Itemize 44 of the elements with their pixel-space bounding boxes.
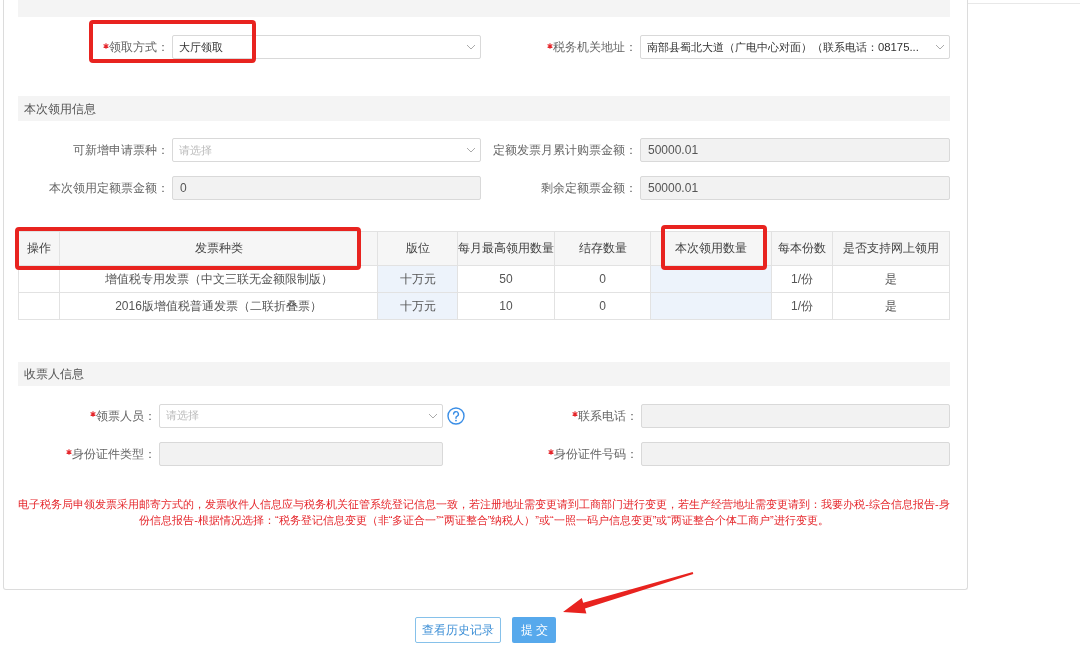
column-header: 结存数量 xyxy=(554,231,651,266)
chevron-down-icon xyxy=(466,44,476,50)
notice-text: 电子税务局申领发票采用邮寄方式的，发票收件人信息应与税务机关征管系统登记信息一致，若注册地址需变更请到工商部门进行变更，若生产经营地址需变更请到：我要办税-综合信息报告-身份信息报告-根据情况选择：“税务登记信息变更（非“多证合一”“两证整合”纳税人）”或“一照一码户信息变更”或“两证整合个体工商户”进行变更。 xyxy=(18,496,950,528)
chevron-down-icon xyxy=(935,44,945,50)
input-field[interactable]: 50000.01 xyxy=(640,138,950,162)
dropdown[interactable]: 南部县蜀北大道（广电中心对面）（联系电话：08175... xyxy=(640,35,950,59)
field-label: 联系电话： xyxy=(578,407,638,425)
field-label: 可新增申请票种： xyxy=(73,142,169,159)
input-field[interactable] xyxy=(159,441,443,466)
column-header: 每月最高领用数量 xyxy=(457,231,555,266)
chevron-down-icon xyxy=(428,412,438,419)
field-label: 身份证件类型： xyxy=(72,445,156,463)
table-cell: 0 xyxy=(554,292,651,319)
column-header: 本次领用数量 xyxy=(650,231,772,266)
table-cell: 是 xyxy=(832,265,950,293)
field-label: 身份证件号码： xyxy=(554,445,638,463)
section-title: 本次领用信息 xyxy=(18,96,950,121)
section-title: 收票人信息 xyxy=(18,361,950,386)
field-label: 领票人员： xyxy=(96,407,156,425)
table-cell[interactable]: 十万元 xyxy=(377,292,458,319)
input-field[interactable] xyxy=(641,403,950,428)
history-button[interactable]: 查看历史记录 xyxy=(415,617,501,643)
field-label: 领取方式： xyxy=(109,39,169,56)
table-cell[interactable]: 十万元 xyxy=(377,265,458,293)
input-field[interactable] xyxy=(641,441,950,466)
table-cell: 0 xyxy=(554,265,651,293)
input-field[interactable]: 50000.01 xyxy=(640,176,950,200)
field-label: 定额发票月累计购票金额： xyxy=(493,142,637,159)
help-icon[interactable] xyxy=(447,406,465,425)
column-header: 每本份数 xyxy=(771,231,833,266)
column-header: 版位 xyxy=(377,231,458,266)
table-cell: 50 xyxy=(457,265,555,293)
chevron-down-icon xyxy=(466,147,476,153)
table-cell: 10 xyxy=(457,292,555,319)
column-header: 是否支持网上领用 xyxy=(832,231,950,266)
dropdown[interactable]: 大厅领取 xyxy=(172,35,481,59)
column-header: 操作 xyxy=(18,231,60,266)
column-header: 发票种类 xyxy=(59,231,378,266)
table-cell: 是 xyxy=(832,292,950,319)
field-label: 剩余定额票金额： xyxy=(541,180,637,197)
field-label: 税务机关地址： xyxy=(553,39,637,56)
input-field[interactable]: 0 xyxy=(172,176,481,200)
table-cell: 2016版增值税普通发票（二联折叠票） xyxy=(59,292,378,319)
field-label: 本次领用定额票金额： xyxy=(49,180,169,197)
